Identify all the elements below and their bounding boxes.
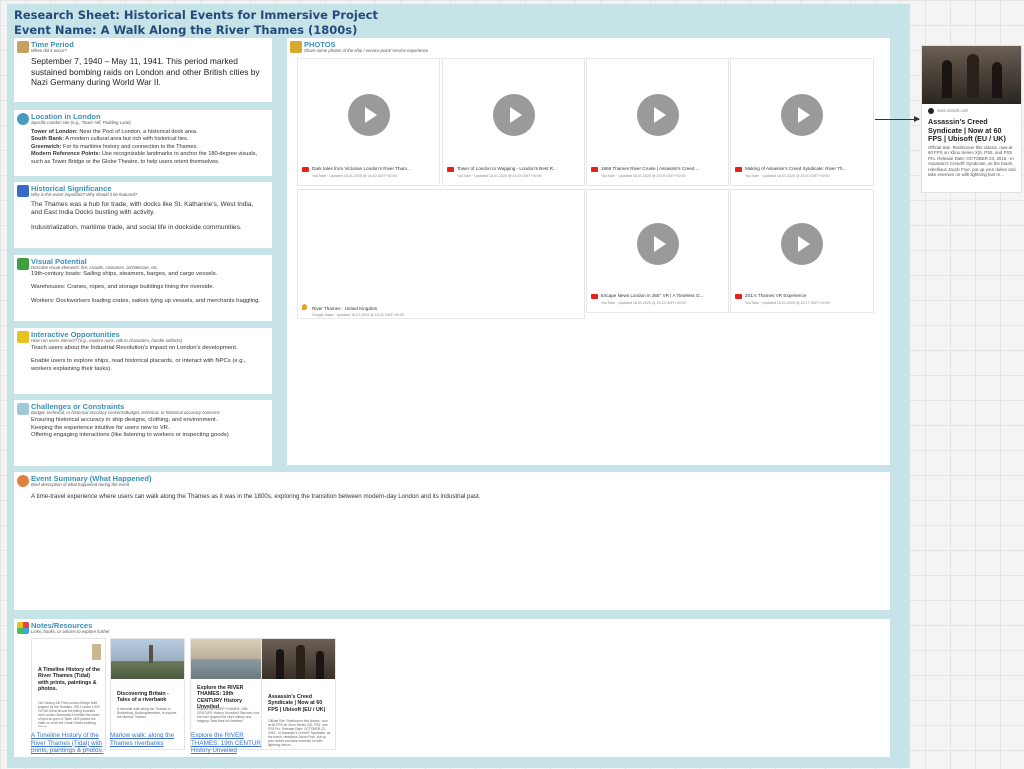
video-caption: Dark tales from Victorian London's River… xyxy=(312,166,411,171)
time-period-card[interactable]: Time Period When did it occur? September… xyxy=(14,38,272,102)
youtube-icon xyxy=(735,167,742,172)
video-meta: YouTube · Updated 18.01.2025 @ 15:17 GMT… xyxy=(745,301,830,305)
map-meta: Google Maps · Updated 18.01.2025 @ 15:22… xyxy=(312,313,404,317)
video-meta: YouTube · Updated 18.01.2025 @ 15:00 GMT… xyxy=(745,174,830,178)
location-item: Greenwich: For its maritime history and … xyxy=(31,143,198,150)
location-item: Modern Reference Points: Use recognizabl… xyxy=(31,151,258,165)
play-button[interactable] xyxy=(636,94,679,136)
interactive-text: Teach users about the Industrial Revolut… xyxy=(31,345,246,372)
video-meta: YouTube · Updated 18.01.2025 @ 14:15 GMT… xyxy=(457,174,542,178)
resource-desc: A riverside walk along the Thames in Buc… xyxy=(117,707,177,719)
video-meta: YouTube · Updated 18.01.2025 @ 15:05 GMT… xyxy=(601,174,686,178)
puzzle-icon xyxy=(17,403,29,415)
section-subtitle: Why is this event important? Why should … xyxy=(31,192,138,197)
video-embed[interactable]: ZSL's Thames VR Experience YouTube · Upd… xyxy=(730,189,874,313)
resource-link[interactable]: A Timeline History of the River Thames (… xyxy=(31,732,109,755)
resource-link[interactable]: Marlow walk: along the Thames riverbanks xyxy=(110,732,186,747)
location-item: Tower of London: Near the Pool of London… xyxy=(31,129,198,135)
video-embed[interactable]: 1868 Thames River Cruise | Assassin's Cr… xyxy=(586,58,729,186)
resource-title: Discovering Britain - Tales of a riverba… xyxy=(117,691,169,704)
section-subtitle: Budget, technical, or historical accurac… xyxy=(31,410,220,415)
map-pin-icon xyxy=(302,304,307,310)
summary-card[interactable]: Event Summary (What Happened) Brief desc… xyxy=(14,472,890,610)
youtube-icon xyxy=(591,167,598,172)
play-button[interactable] xyxy=(781,223,823,265)
video-meta: YouTube · Updated 18.01.2025 @ 15:13 GMT… xyxy=(601,301,686,305)
resource-thumbnail xyxy=(191,639,264,679)
youtube-icon xyxy=(591,294,598,299)
camera-icon xyxy=(290,41,302,53)
resource-title: A Timeline History of the River Thames (… xyxy=(38,667,101,692)
play-button[interactable] xyxy=(781,94,823,136)
significance-text: The Thames was a hub for trade, with doc… xyxy=(31,201,254,231)
location-item: South Bank: A modern cultural area but r… xyxy=(31,136,189,143)
visual-card[interactable]: Visual Potential Describe visual element… xyxy=(14,255,272,321)
significance-card[interactable]: Historical Significance Why is this even… xyxy=(14,182,272,248)
play-button[interactable] xyxy=(636,223,679,265)
hands-icon xyxy=(17,331,29,343)
location-list: Tower of London: Near the Pool of London… xyxy=(31,129,266,166)
location-card[interactable]: Location in London Specific London site … xyxy=(14,110,272,176)
pinwheel-icon xyxy=(17,622,29,634)
summary-text: A time-travel experience where users can… xyxy=(31,493,481,500)
section-subtitle: How can users interact? (e.g., explore r… xyxy=(31,338,182,343)
map-embed[interactable]: River Thames · United Kingdom Google Map… xyxy=(297,189,585,319)
resource-thumbnail xyxy=(111,639,184,679)
resource-desc: Official Site. Rediscover this classic, … xyxy=(268,719,331,747)
video-embed[interactable]: Making of Assassin's Creed Syndicate: Ri… xyxy=(730,58,874,186)
side-card-thumbnail xyxy=(922,46,1021,104)
section-subtitle: Links, books, or articles to explore fur… xyxy=(31,629,110,634)
video-embed[interactable]: Tower of London to Wapping - London's Be… xyxy=(442,58,585,186)
resource-card[interactable]: Assassin's Creed Syndicate | Now at 60 F… xyxy=(261,638,336,750)
video-caption: ZSL's Thames VR Experience xyxy=(745,293,807,298)
interactive-card[interactable]: Interactive Opportunities How can users … xyxy=(14,328,272,394)
map-caption: River Thames · United Kingdom xyxy=(312,306,378,311)
visual-text: 19th-century boats: Sailing ships, steam… xyxy=(31,271,261,304)
signpost-icon xyxy=(17,185,29,197)
youtube-icon xyxy=(447,167,454,172)
resource-desc: 1st Century AD First London Bridge built… xyxy=(38,701,100,727)
video-embed[interactable]: Dark tales from Victorian London's River… xyxy=(297,58,440,186)
connector-arrow xyxy=(875,116,920,122)
video-meta: YouTube · Updated 18.01.2025 @ 14:40 GMT… xyxy=(312,174,397,178)
youtube-icon xyxy=(302,167,309,172)
resource-thumbnail xyxy=(262,639,335,679)
section-subtitle: Share some photos of the ship / service … xyxy=(304,48,429,53)
resource-link[interactable]: Explore the RIVER THAMES: 19th CENTURY H… xyxy=(191,732,267,755)
video-embed[interactable]: Escape News London in 360° VR | A Timele… xyxy=(586,189,729,313)
globe-icon xyxy=(17,113,29,125)
side-link-card[interactable]: www.ubisoft.com Assassin's Creed Syndica… xyxy=(921,45,1022,193)
play-button[interactable] xyxy=(492,94,535,136)
page-title: Research Sheet: Historical Events for Im… xyxy=(14,8,378,37)
resource-title: Assassin's Creed Syndicate | Now at 60 F… xyxy=(268,694,326,713)
challenges-text: Ensuring historical accuracy in ship des… xyxy=(31,417,229,439)
challenges-card[interactable]: Challenges or Constraints Budget, techni… xyxy=(14,400,272,466)
section-subtitle: Brief description of what happened durin… xyxy=(31,482,130,487)
hourglass-icon xyxy=(17,41,29,53)
side-card-desc: Official Site. Rediscover this classic, … xyxy=(928,145,1016,178)
time-period-text: September 7, 1940 – May 11, 1941. This p… xyxy=(31,56,260,87)
side-card-source: www.ubisoft.com xyxy=(937,108,969,113)
question-icon xyxy=(17,475,29,487)
video-caption: 1868 Thames River Cruise | Assassin's Cr… xyxy=(601,166,700,171)
video-caption: Making of Assassin's Creed Syndicate: Ri… xyxy=(745,166,847,171)
section-subtitle: Describe visual elements: fire, crowds, … xyxy=(31,265,159,270)
play-button[interactable] xyxy=(347,94,390,136)
resource-desc: Explore the RIVER THAMES: 19th CENTURY H… xyxy=(197,707,260,723)
youtube-icon xyxy=(735,294,742,299)
side-card-title: Assassin's Creed Syndicate | Now at 60 F… xyxy=(928,117,1006,144)
section-subtitle: When did it occur? xyxy=(31,48,67,53)
video-caption: Escape News London in 360° VR | A Timele… xyxy=(601,293,704,298)
section-subtitle: Specific London site (e.g., Tower Hill, … xyxy=(31,120,131,125)
video-caption: Tower of London to Wapping - London's Be… xyxy=(457,166,557,171)
ubisoft-icon xyxy=(928,108,934,114)
palette-icon xyxy=(17,258,29,270)
